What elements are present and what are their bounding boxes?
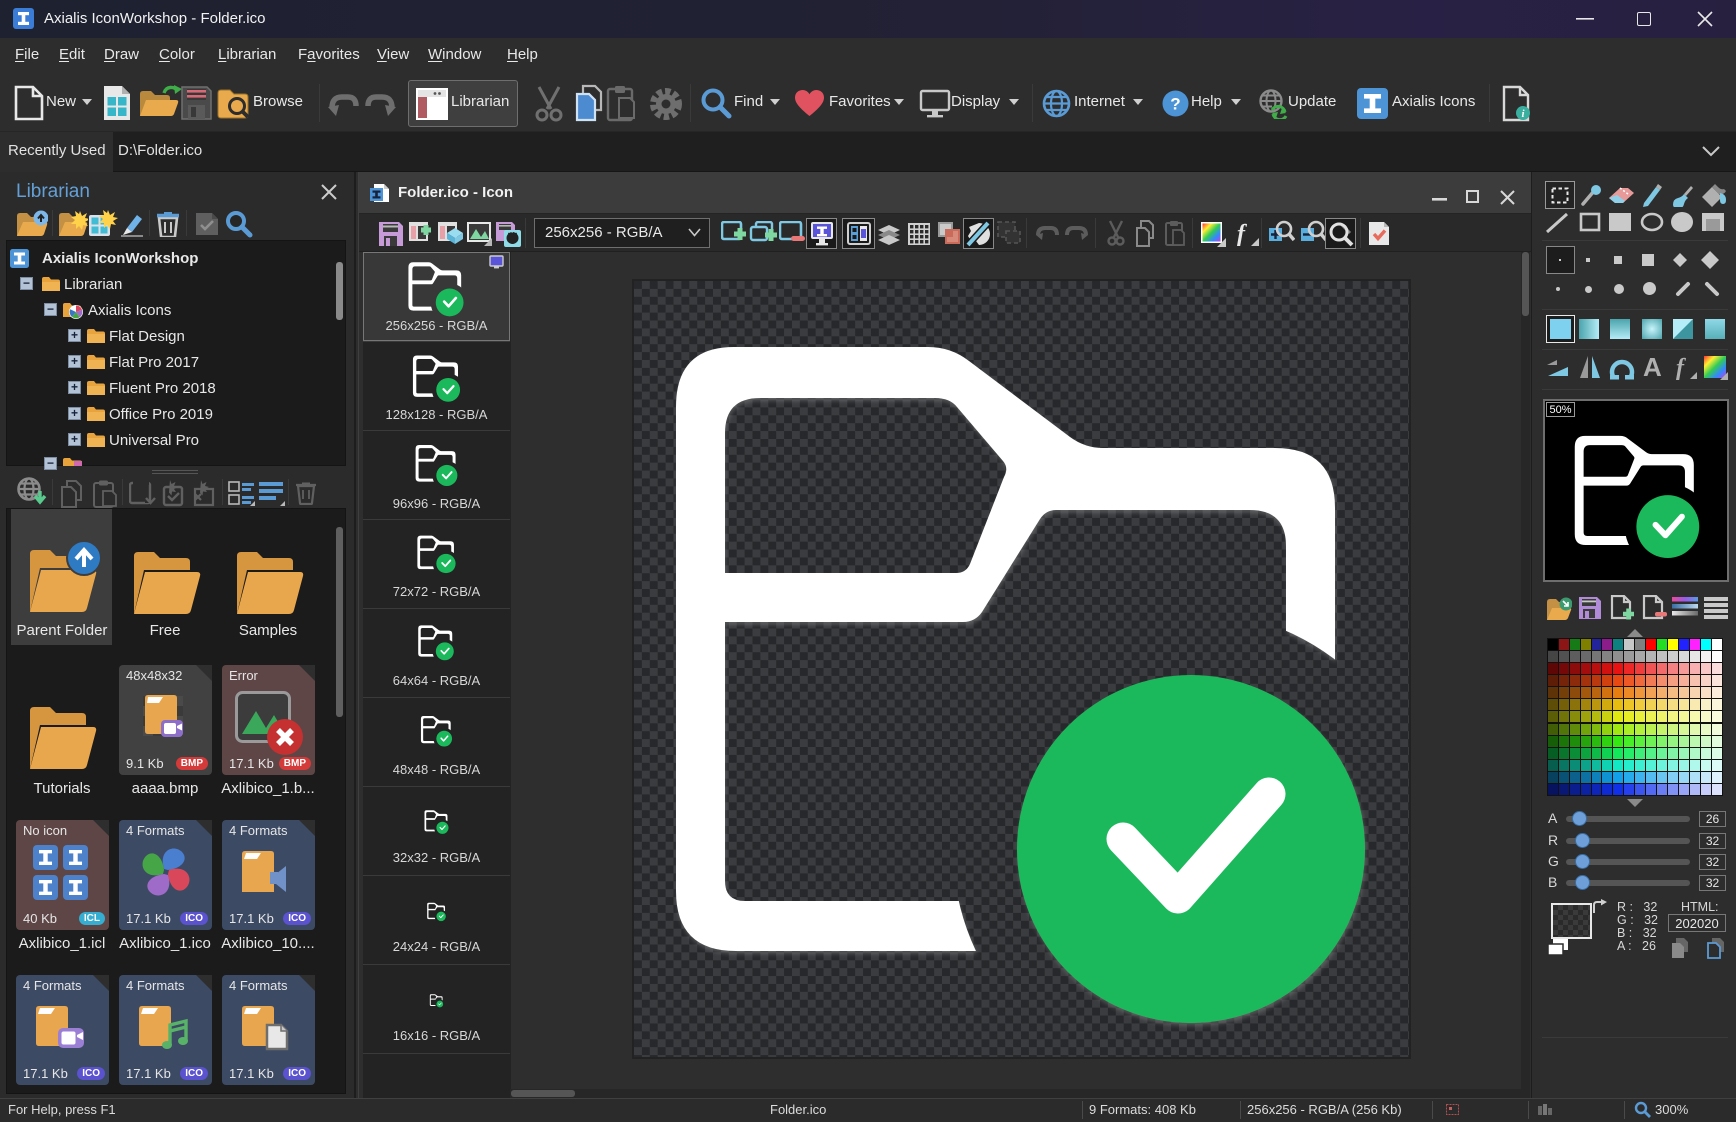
svg-text:?: ? xyxy=(1170,95,1180,114)
svg-text:f: f xyxy=(1676,355,1686,381)
svg-text:f: f xyxy=(1237,221,1247,247)
